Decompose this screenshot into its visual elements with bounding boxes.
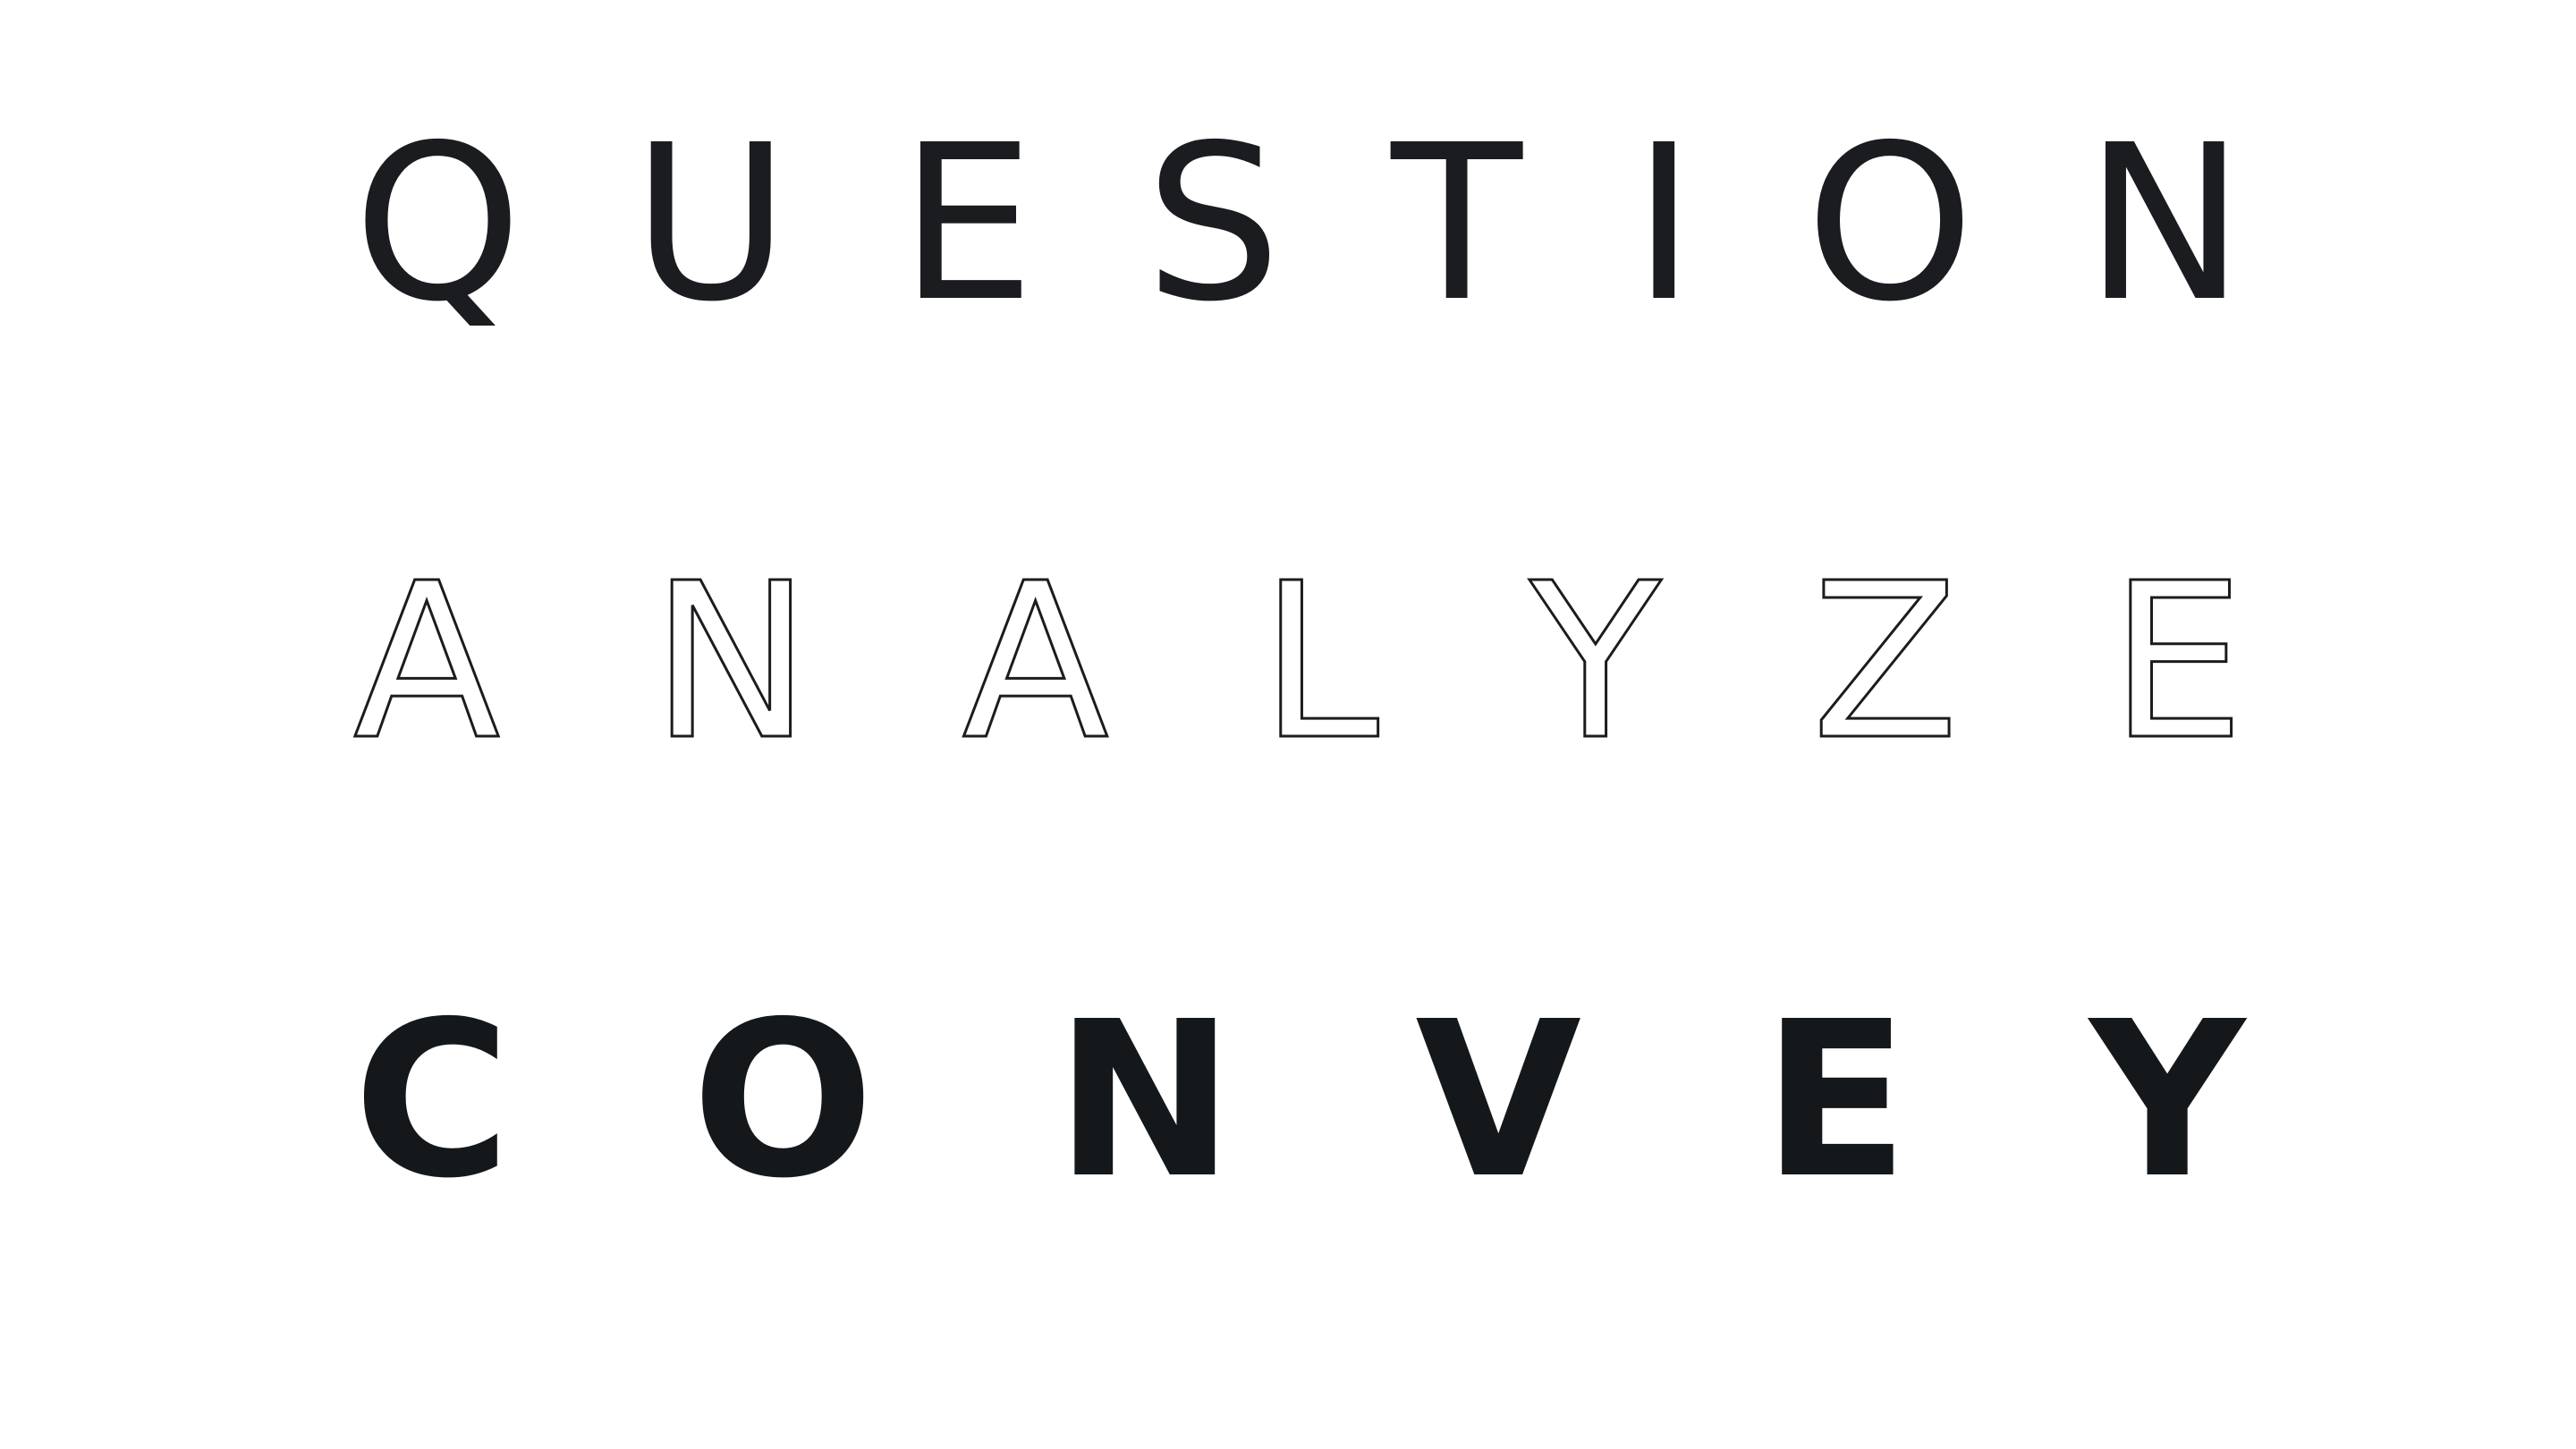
letter: O bbox=[691, 975, 875, 1225]
letter: E bbox=[899, 98, 1036, 349]
letter: Y bbox=[2089, 975, 2245, 1225]
word-convey: C O N V E Y bbox=[353, 993, 2245, 1208]
letter: V bbox=[1415, 975, 1582, 1225]
letter: Z bbox=[1810, 537, 1960, 787]
letter: N bbox=[2084, 98, 2245, 349]
letter: Q bbox=[353, 98, 522, 349]
word-question: Q U E S T I O N bbox=[353, 116, 2245, 331]
letter: A bbox=[352, 537, 501, 787]
letter: I bbox=[1631, 98, 1696, 349]
letter: S bbox=[1145, 98, 1282, 349]
letter: T bbox=[1391, 98, 1522, 349]
letter: C bbox=[353, 975, 512, 1225]
letter: N bbox=[649, 537, 813, 787]
letter: O bbox=[1805, 98, 1975, 349]
letter: Y bbox=[1529, 537, 1663, 787]
word-analyze: A N A L Y Z E bbox=[352, 554, 2246, 771]
letter: E bbox=[2108, 537, 2247, 787]
letter: U bbox=[631, 98, 790, 349]
letter: L bbox=[1258, 537, 1381, 787]
letter: N bbox=[1055, 975, 1235, 1225]
letter: E bbox=[1762, 975, 1910, 1225]
letter: A bbox=[961, 537, 1110, 787]
